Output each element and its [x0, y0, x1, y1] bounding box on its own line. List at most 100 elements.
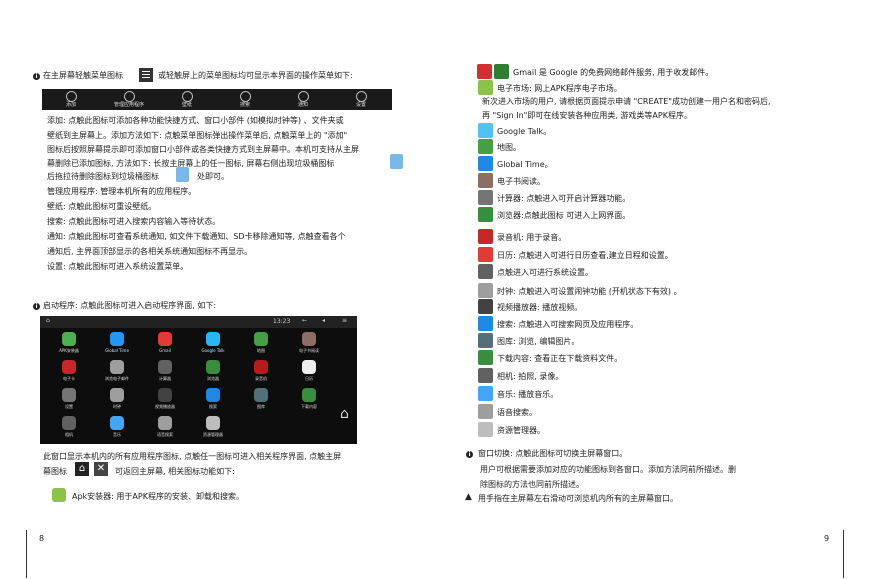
app-description: 音乐: 播放音乐。: [497, 390, 559, 399]
def-line: 设置: 点触此图标可进入系统设置菜单。: [47, 262, 189, 271]
app-icon-15[interactable]: 搜索: [193, 388, 233, 414]
app-label: 相机: [65, 432, 73, 437]
app-icon-8[interactable]: 计算器: [145, 360, 185, 386]
app-description: 电子市场: 网上APK程序电子市场。: [497, 84, 622, 93]
menu-icon: [139, 68, 153, 82]
para-line: 添加: 点触此图标可添加各种功能快捷方式、窗口小部件 (如模拟时钟等) 、文件夹…: [47, 116, 344, 125]
info-bullet-icon: i: [466, 451, 473, 458]
app-label: 搜索: [209, 404, 217, 409]
menu-item-manage-apps[interactable]: 管理应用程序: [100, 89, 158, 110]
app-icon-0[interactable]: APK安装器: [49, 332, 89, 358]
trash-icon: [176, 167, 189, 182]
app-icon-19[interactable]: 音乐: [97, 416, 137, 442]
app-description: 下载内容: 查看正在下载资料文件。: [497, 354, 623, 363]
app-icon-12[interactable]: 设置: [49, 388, 89, 414]
app-icon-graphic: [206, 388, 220, 402]
app-icon-14[interactable]: 视频播放器: [145, 388, 185, 414]
app-label: 电子卡: [63, 376, 75, 381]
app-description: 电子书阅读。: [497, 177, 545, 186]
app-icon-graphic: [206, 360, 220, 374]
def-line: 通知后, 主界面顶部显示的各相关系统通知图标不再显示。: [47, 247, 253, 256]
app-description: 再 "Sign In"即可在线安装各种应用类, 游戏类等APK程序。: [482, 111, 692, 120]
app-icon-graphic: [110, 388, 124, 402]
menu-item-settings[interactable]: 设置: [332, 89, 390, 110]
warning-icon: ▲: [465, 492, 472, 502]
app-icon-3[interactable]: Google Talk: [193, 332, 233, 358]
page-number: 9: [824, 534, 830, 543]
app-icon-9[interactable]: 浏览器: [193, 360, 233, 386]
app-icon-graphic: [302, 360, 316, 374]
app-label: Gmail: [159, 348, 171, 353]
app-icon-6[interactable]: 电子卡: [49, 360, 89, 386]
menu-item-search[interactable]: 搜索: [216, 89, 274, 110]
home-icon[interactable]: ⌂: [340, 406, 349, 422]
app-list-icon: [478, 386, 493, 401]
app-list-icon: [478, 247, 493, 262]
para-line: 图标后按照屏幕提示即可添加窗口小部件或各类快捷方式到主屏幕中。本机可支持从主屏: [47, 145, 359, 154]
app-list-icon: [477, 64, 492, 79]
app-icon-20[interactable]: 语音搜索: [145, 416, 185, 442]
manage-apps-icon: [124, 91, 135, 102]
launch-text: 启动程序: 点触此图标可进入启动程序界面, 如下:: [43, 301, 217, 310]
menu-item-notifications[interactable]: 通知: [274, 89, 332, 110]
app-description: 搜索: 点触进入可搜索网页及应用程序。: [497, 320, 639, 329]
app-list-icon: [478, 264, 493, 279]
app-icon-1[interactable]: Global Time: [97, 332, 137, 358]
app-icon-10[interactable]: 录音机: [241, 360, 281, 386]
app-icon-18[interactable]: 相机: [49, 416, 89, 442]
app-description: 语音搜索。: [497, 408, 537, 417]
app-label: 日历: [305, 376, 313, 381]
window-text: 用户可根据需要添加对应的功能图标到各窗口。添加方法同前所描述。删: [480, 465, 736, 474]
app-icon-5[interactable]: 电子书阅读: [289, 332, 329, 358]
app-list-icon: [478, 368, 493, 383]
app-label: Global Time: [105, 348, 129, 353]
para-line: 幕删除已添加图标, 方法如下: 长按主屏幕上的任一图标, 屏幕右侧出现垃圾桶图标: [47, 159, 335, 168]
app-label: 录音机: [255, 376, 267, 381]
app-icon-17[interactable]: 下载内容: [289, 388, 329, 414]
market-icon: [494, 64, 509, 79]
app-description: 地图。: [497, 143, 521, 152]
app-icon-16[interactable]: 图库: [241, 388, 281, 414]
window-text: 除图标的方法也同前所描述。: [480, 480, 584, 489]
menu-item-add[interactable]: 添加: [42, 89, 100, 110]
app-icon-graphic: [302, 388, 316, 402]
app-icon-graphic: [62, 416, 76, 430]
app-list-icon: [478, 173, 493, 188]
app-icon-graphic: [62, 360, 76, 374]
para-line: 处即可。: [197, 172, 229, 181]
home-icon: ⌂: [46, 317, 50, 324]
para-line: 后拖拉待删除图标到垃圾桶图标: [47, 172, 159, 181]
wallpaper-icon: [182, 91, 193, 102]
app-icon-graphic: [254, 332, 268, 346]
app-icon-4[interactable]: 地图: [241, 332, 281, 358]
search-icon: [240, 91, 251, 102]
app-description: 资源管理器。: [497, 426, 545, 435]
app-icon-graphic: [110, 416, 124, 430]
app-icon-graphic: [62, 388, 76, 402]
app-icon-graphic: [206, 332, 220, 346]
app-icon-graphic: [254, 360, 268, 374]
app-label: 时钟: [113, 404, 121, 409]
app-icon-graphic: [254, 388, 268, 402]
app-icon-11[interactable]: 日历: [289, 360, 329, 386]
app-label: 下载内容: [301, 404, 317, 409]
page-margin-line: [843, 530, 844, 578]
app-icon-21[interactable]: 资源管理器: [193, 416, 233, 442]
app-list-icon: [478, 80, 493, 95]
app-icon-13[interactable]: 时钟: [97, 388, 137, 414]
app-description: 日历: 点触进入可进行日历查看,建立日程和设置。: [497, 251, 673, 260]
app-list-icon: [478, 229, 493, 244]
app-icon-2[interactable]: Gmail: [145, 332, 185, 358]
app-icon-7[interactable]: 浏览电子邮件: [97, 360, 137, 386]
menu-item-wallpaper[interactable]: 壁纸: [158, 89, 216, 110]
def-line: 管理应用程序: 管理本机所有的应用程序。: [47, 187, 197, 196]
app-list-icon: [478, 156, 493, 171]
app-list-icon: [478, 283, 493, 298]
def-line: 通知: 点触此图标可查看系统通知, 如文件下载通知、SD卡移除通知等, 点触查看…: [47, 232, 346, 241]
info-bullet-icon: i: [33, 303, 40, 310]
app-label: 视频播放器: [155, 404, 175, 409]
app-description: 时钟: 点触进入可设置闹钟功能 (开机状态下有效) 。: [497, 287, 682, 296]
apk-installer-icon: [52, 488, 66, 502]
app-list-icon: [478, 207, 493, 222]
app-label: 地图: [257, 348, 265, 353]
